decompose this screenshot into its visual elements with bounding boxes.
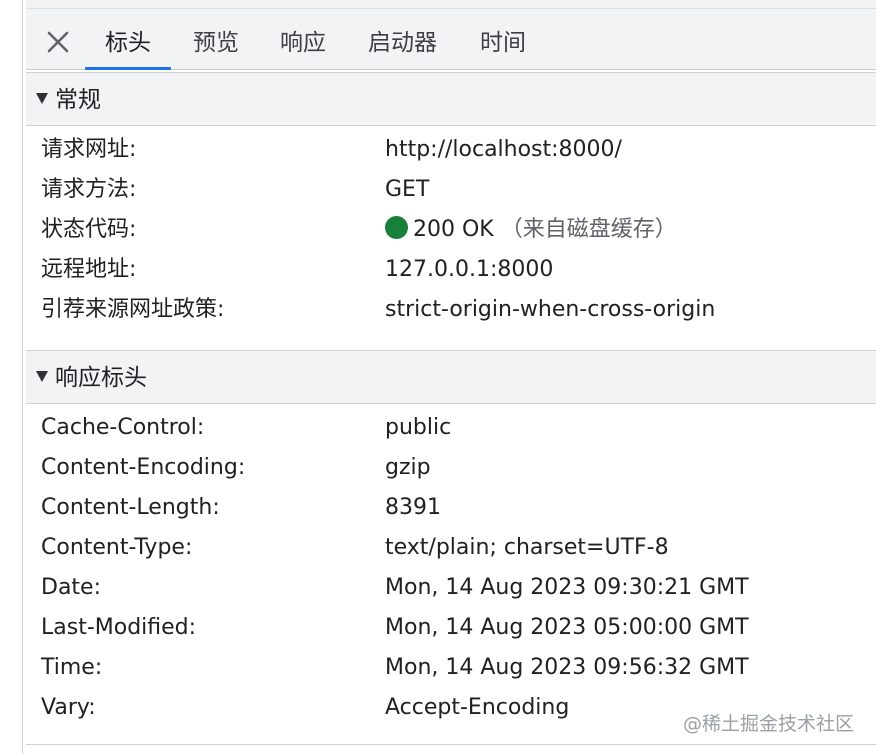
tab-preview[interactable]: 预览 [193, 9, 239, 69]
panel-divider[interactable] [0, 0, 23, 754]
collapse-triangle-icon [36, 371, 48, 382]
response-headers-section-title: 响应标头 [55, 365, 147, 391]
general-row-referrer-policy: 引荐来源网址政策: strict-origin-when-cross-origi… [41, 290, 876, 330]
header-key: Content-Type: [41, 535, 193, 560]
header-key: Vary: [41, 695, 96, 720]
response-header-row: Date: Mon, 14 Aug 2023 09:30:21 GMT [41, 568, 876, 608]
tab-initiator[interactable]: 启动器 [368, 9, 437, 69]
toolbar-strip [26, 0, 876, 9]
watermark: @稀土掘金技术社区 [682, 713, 854, 735]
response-header-row: Content-Encoding: gzip [41, 448, 876, 488]
response-header-row: Content-Type: text/plain; charset=UTF-8 [41, 528, 876, 568]
status-ok-dot-icon [385, 216, 408, 239]
header-value[interactable]: public [385, 408, 451, 448]
status-value[interactable]: 200 OK （来自磁盘缓存） [385, 210, 677, 250]
header-value[interactable]: 127.0.0.1:8000 [385, 250, 553, 290]
response-header-row: Cache-Control: public [41, 408, 876, 448]
header-key: Content-Encoding: [41, 455, 246, 480]
general-row-request-method: 请求方法: GET [41, 170, 876, 210]
tab-headers[interactable]: 标头 [85, 9, 171, 70]
collapse-triangle-icon [36, 93, 48, 104]
header-value[interactable]: 8391 [385, 488, 441, 528]
tab-timing[interactable]: 时间 [480, 9, 526, 69]
header-key: 请求网址: [41, 137, 137, 162]
section-divider [26, 744, 876, 745]
response-headers-section-header[interactable]: 响应标头 [26, 350, 876, 404]
header-value[interactable]: GET [385, 170, 429, 210]
header-key: 状态代码: [41, 217, 137, 242]
header-value[interactable]: Mon, 14 Aug 2023 05:00:00 GMT [385, 608, 749, 648]
header-value[interactable]: gzip [385, 448, 431, 488]
header-key: 引荐来源网址政策: [41, 297, 225, 322]
response-header-row: Time: Mon, 14 Aug 2023 09:56:32 GMT [41, 648, 876, 688]
close-icon[interactable] [46, 30, 70, 54]
tab-response[interactable]: 响应 [280, 9, 326, 69]
header-key: 远程地址: [41, 257, 137, 282]
response-header-row: Last-Modified: Mon, 14 Aug 2023 05:00:00… [41, 608, 876, 648]
header-key: Time: [41, 655, 103, 680]
general-section-title: 常规 [55, 87, 101, 113]
header-value[interactable]: Mon, 14 Aug 2023 09:56:32 GMT [385, 648, 749, 688]
header-key: 请求方法: [41, 177, 137, 202]
header-value[interactable]: Accept-Encoding [385, 688, 569, 728]
general-row-remote-address: 远程地址: 127.0.0.1:8000 [41, 250, 876, 290]
header-key: Cache-Control: [41, 415, 205, 440]
header-value[interactable]: strict-origin-when-cross-origin [385, 290, 715, 330]
status-text: 200 OK [413, 217, 494, 242]
general-row-status-code: 状态代码: 200 OK （来自磁盘缓存） [41, 210, 876, 250]
header-key: Content-Length: [41, 495, 220, 520]
header-key: Last-Modified: [41, 615, 197, 640]
details-tab-bar: 标头 预览 响应 启动器 时间 [26, 9, 876, 70]
header-value[interactable]: text/plain; charset=UTF-8 [385, 528, 669, 568]
response-header-row: Content-Length: 8391 [41, 488, 876, 528]
general-row-request-url: 请求网址: http://localhost:8000/ [41, 130, 876, 170]
general-section-header[interactable]: 常规 [26, 72, 876, 126]
header-value[interactable]: Mon, 14 Aug 2023 09:30:21 GMT [385, 568, 749, 608]
header-key: Date: [41, 575, 101, 600]
header-value[interactable]: http://localhost:8000/ [385, 130, 622, 170]
status-cache-note: （来自磁盘缓存） [500, 217, 677, 242]
